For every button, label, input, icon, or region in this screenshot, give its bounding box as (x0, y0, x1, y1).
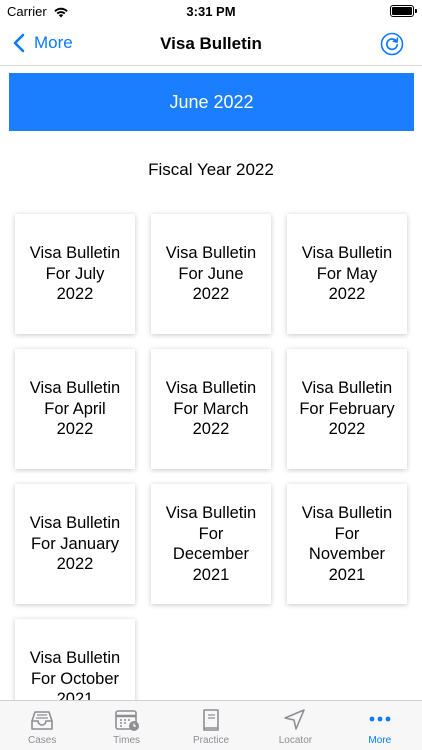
more-dots-icon (369, 716, 391, 722)
bulletin-card[interactable]: Visa Bulletin For January 2022 (15, 484, 135, 604)
fiscal-year-heading: Fiscal Year 2022 (148, 160, 274, 179)
tab-more[interactable]: More (338, 701, 422, 750)
bulletin-card[interactable]: Visa Bulletin For May 2022 (287, 214, 407, 334)
status-time: 3:31 PM (186, 4, 236, 19)
book-icon (203, 709, 219, 731)
refresh-icon[interactable] (380, 32, 404, 56)
tab-times[interactable]: Times (84, 701, 168, 750)
bulletin-card[interactable]: Visa Bulletin For April 2022 (15, 349, 135, 469)
bulletin-card[interactable]: Visa Bulletin For March 2022 (151, 349, 271, 469)
tab-bar: Cases Times Practice Locator More (0, 700, 422, 750)
current-month-banner[interactable]: June 2022 (9, 73, 414, 131)
page-title: Visa Bulletin (160, 34, 262, 53)
navigation-bar: More Visa Bulletin (0, 22, 422, 66)
calendar-clock-icon (114, 710, 139, 731)
bulletin-card[interactable]: Visa Bulletin For November 2021 (287, 484, 407, 604)
inbox-icon (31, 711, 54, 730)
tab-cases-label: Cases (28, 735, 57, 746)
location-arrow-icon (284, 709, 306, 730)
tab-practice-label: Practice (192, 735, 230, 746)
tab-more-label: More (368, 735, 392, 746)
bulletin-card[interactable]: Visa Bulletin For June 2022 (151, 214, 271, 334)
tab-cases[interactable]: Cases (0, 701, 84, 750)
bulletin-card[interactable]: Visa Bulletin For February 2022 (287, 349, 407, 469)
bulletin-card[interactable]: Visa Bulletin For December 2021 (151, 484, 271, 604)
battery-icon (390, 5, 417, 17)
tab-practice[interactable]: Practice (169, 701, 253, 750)
status-bar: Carrier 3:31 PM (0, 0, 422, 22)
tab-locator-label: Locator (278, 735, 313, 746)
tab-locator[interactable]: Locator (253, 701, 337, 750)
bulletin-grid: Visa Bulletin For July 2022 Visa Bulleti… (15, 214, 407, 739)
bulletin-card[interactable]: Visa Bulletin For July 2022 (15, 214, 135, 334)
tab-times-label: Times (113, 735, 141, 746)
